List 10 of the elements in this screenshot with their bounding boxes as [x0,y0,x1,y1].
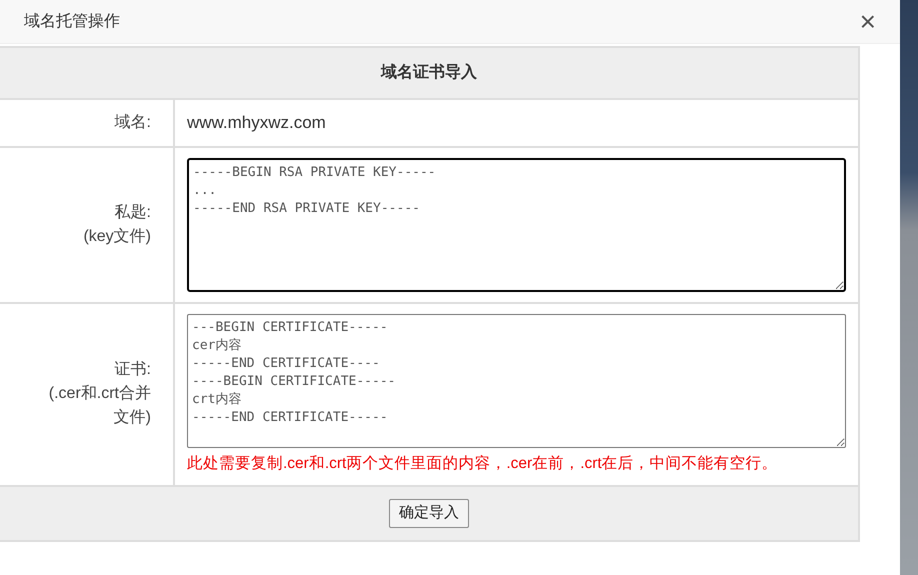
text-area[interactable]: -----BEGIN RSA PRIVATE KEY----- ... -----END RSA PRIVATE KEY----- [187,158,846,292]
text-area[interactable]: ---BEGIN CERTIFICATE----- cer内容 -----END CERTIFICATE---- ----BEGIN CERTIFICATE----- crt内容 -----END CERTIFICATE----- [187,314,846,448]
field-label: 私匙: (key文件) [0,146,174,302]
domain-value: www.mhyxwz.com [187,113,326,132]
close-button[interactable]: × [856,8,880,36]
form-heading: 域名证书导入 [0,47,859,99]
field-label: 域名: [0,99,174,146]
hint-text: 此处需要复制.cer和.crt两个文件里面的内容，.cer在前，.crt在后，中间不能有空行。 [187,454,779,474]
dialog-title: 域名托管操作 [24,12,120,32]
submit-button[interactable]: 确定导入 [389,499,469,528]
